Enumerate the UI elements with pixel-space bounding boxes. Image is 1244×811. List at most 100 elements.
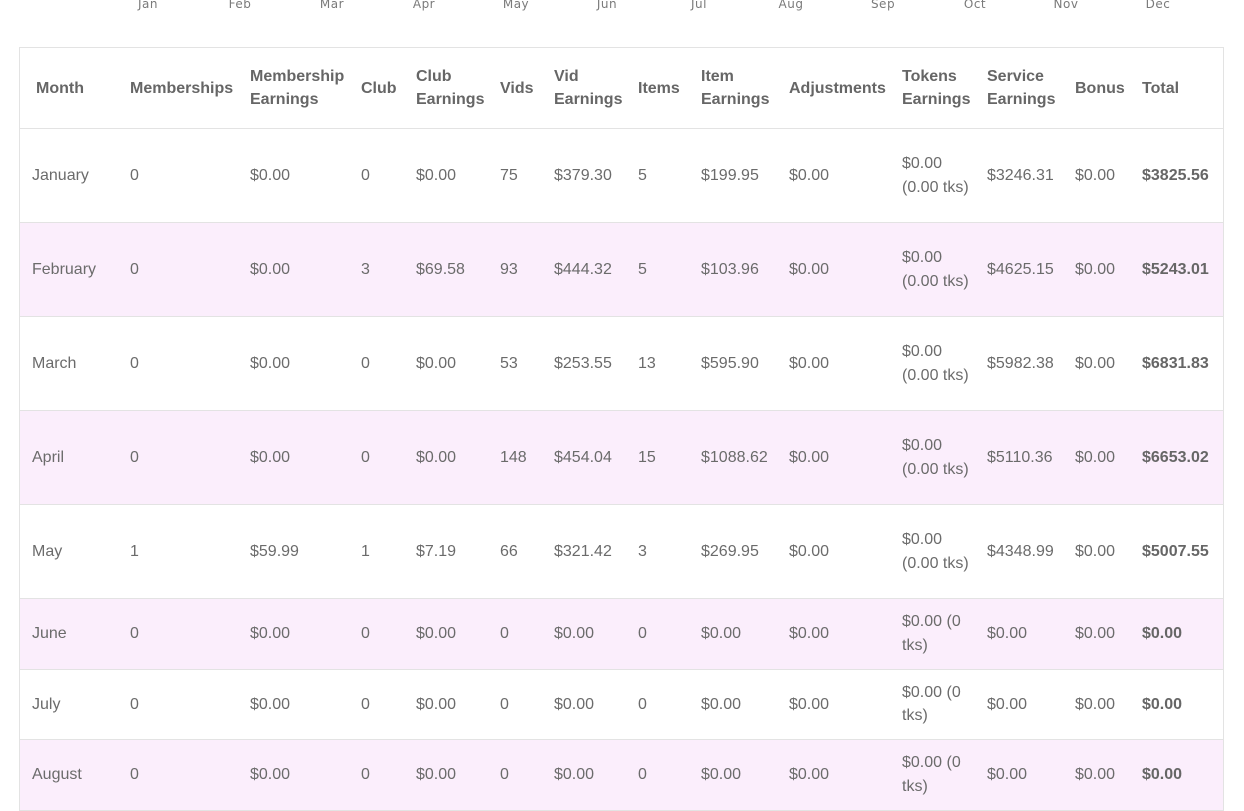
total-cell: $5007.55 xyxy=(1131,504,1223,599)
table-cell: $0.00 xyxy=(405,410,489,505)
month-axis-label: Aug xyxy=(778,0,804,11)
month-axis-label: Jun xyxy=(596,0,618,11)
table-cell: 1 xyxy=(119,504,239,599)
table-cell: $0.00 xyxy=(405,669,489,740)
earnings-table-container: Month Memberships Membership Earnings Club C… xyxy=(19,47,1224,811)
table-cell: 0 xyxy=(489,669,543,740)
column-header: Vids xyxy=(489,48,543,129)
table-cell: 66 xyxy=(489,504,543,599)
table-cell: $0.00 xyxy=(778,669,891,740)
table-cell: $0.00 xyxy=(405,739,489,811)
table-cell: $454.04 xyxy=(543,410,627,505)
table-cell: $0.00 xyxy=(1064,669,1131,740)
total-cell: $0.00 xyxy=(1131,598,1223,670)
column-header: Adjustments xyxy=(778,48,891,129)
table-cell: March xyxy=(20,316,119,411)
table-cell: 0 xyxy=(350,410,405,505)
column-header: Item Earnings xyxy=(690,48,778,129)
table-cell: $0.00 xyxy=(239,598,350,670)
table-cell: 75 xyxy=(489,128,543,223)
table-cell: $595.90 xyxy=(690,316,778,411)
table-cell: $199.95 xyxy=(690,128,778,223)
total-cell: $0.00 xyxy=(1131,669,1223,740)
table-cell: 0 xyxy=(489,598,543,670)
table-cell: $0.00 (0.00 tks) xyxy=(891,128,976,223)
table-cell: 0 xyxy=(119,739,239,811)
earnings-table: Month Memberships Membership Earnings Club C… xyxy=(20,48,1223,811)
table-cell: $0.00 xyxy=(976,598,1064,670)
table-cell: 148 xyxy=(489,410,543,505)
table-cell: $0.00 xyxy=(543,669,627,740)
table-cell: $59.99 xyxy=(239,504,350,599)
table-cell: $103.96 xyxy=(690,222,778,317)
month-axis-label: Jan xyxy=(138,0,158,11)
column-header: Bonus xyxy=(1064,48,1131,129)
table-cell: $0.00 xyxy=(690,739,778,811)
table-row: April 0 $0.00 0 $0.00 148 $454.04 15 $1088.62 $0.… xyxy=(20,410,1223,505)
table-cell: $5982.38 xyxy=(976,316,1064,411)
table-cell: June xyxy=(20,598,119,670)
table-cell: $0.00 xyxy=(239,739,350,811)
table-cell: $0.00 xyxy=(1064,128,1131,223)
month-axis-label: Feb xyxy=(228,0,252,11)
table-cell: $444.32 xyxy=(543,222,627,317)
table-cell: $0.00 xyxy=(778,128,891,223)
table-cell: $0.00 (0 tks) xyxy=(891,598,976,670)
column-header: Vid Earnings xyxy=(543,48,627,129)
table-cell: 5 xyxy=(627,222,690,317)
table-cell: 0 xyxy=(119,669,239,740)
table-cell: $4348.99 xyxy=(976,504,1064,599)
table-cell: 0 xyxy=(350,739,405,811)
month-axis-label: Nov xyxy=(1053,0,1079,11)
table-cell: $69.58 xyxy=(405,222,489,317)
table-cell: $0.00 xyxy=(1064,504,1131,599)
table-row: March 0 $0.00 0 $0.00 53 $253.55 13 $595.90 $0.00… xyxy=(20,316,1223,411)
table-cell: $321.42 xyxy=(543,504,627,599)
table-cell: $0.00 xyxy=(239,128,350,223)
table-cell: $269.95 xyxy=(690,504,778,599)
column-header: Membership Earnings xyxy=(239,48,350,129)
column-header: Service Earnings xyxy=(976,48,1064,129)
table-row: January 0 $0.00 0 $0.00 75 $379.30 5 $199.95 $0.0… xyxy=(20,128,1223,223)
column-header: Month xyxy=(20,48,119,129)
table-cell: $0.00 xyxy=(1064,222,1131,317)
table-cell: 1 xyxy=(350,504,405,599)
table-cell: $7.19 xyxy=(405,504,489,599)
table-cell: $0.00 (0.00 tks) xyxy=(891,316,976,411)
table-cell: May xyxy=(20,504,119,599)
table-row: May 1 $59.99 1 $7.19 66 $321.42 3 $269.95 $0.00 $0… xyxy=(20,504,1223,599)
table-cell: $0.00 xyxy=(405,128,489,223)
table-row: June 0 $0.00 0 $0.00 0 $0.00 0 $0.00 $0.00 $0.00 (… xyxy=(20,598,1223,670)
table-row: February 0 $0.00 3 $69.58 93 $444.32 5 $103.96 $0… xyxy=(20,222,1223,317)
table-cell: $0.00 (0.00 tks) xyxy=(891,222,976,317)
month-axis-label: Oct xyxy=(963,0,987,11)
column-header: Club Earnings xyxy=(405,48,489,129)
column-header: Club xyxy=(350,48,405,129)
table-cell: 93 xyxy=(489,222,543,317)
table-cell: 0 xyxy=(627,739,690,811)
table-cell: $0.00 xyxy=(690,669,778,740)
table-row: July 0 $0.00 0 $0.00 0 $0.00 0 $0.00 $0.00 $0.00 (… xyxy=(20,669,1223,740)
table-cell: $0.00 xyxy=(778,598,891,670)
month-axis-label: Dec xyxy=(1145,0,1171,11)
table-cell: $0.00 xyxy=(976,739,1064,811)
table-cell: 0 xyxy=(627,669,690,740)
total-cell: $0.00 xyxy=(1131,739,1223,811)
table-cell: 0 xyxy=(350,669,405,740)
month-axis-label: Mar xyxy=(319,0,345,11)
table-cell: $3246.31 xyxy=(976,128,1064,223)
table-cell: $0.00 xyxy=(1064,739,1131,811)
table-cell: 0 xyxy=(119,222,239,317)
table-cell: $0.00 (0 tks) xyxy=(891,669,976,740)
month-axis-label: Apr xyxy=(412,0,436,11)
table-cell: $0.00 xyxy=(405,598,489,670)
table-cell: 0 xyxy=(119,598,239,670)
table-cell: $0.00 xyxy=(239,410,350,505)
column-header: Tokens Earnings xyxy=(891,48,976,129)
table-cell: 3 xyxy=(350,222,405,317)
table-cell: $0.00 xyxy=(1064,410,1131,505)
month-axis-label: Jul xyxy=(691,0,707,11)
table-cell: $0.00 xyxy=(239,316,350,411)
table-cell: $0.00 (0.00 tks) xyxy=(891,504,976,599)
table-cell: $0.00 xyxy=(690,598,778,670)
